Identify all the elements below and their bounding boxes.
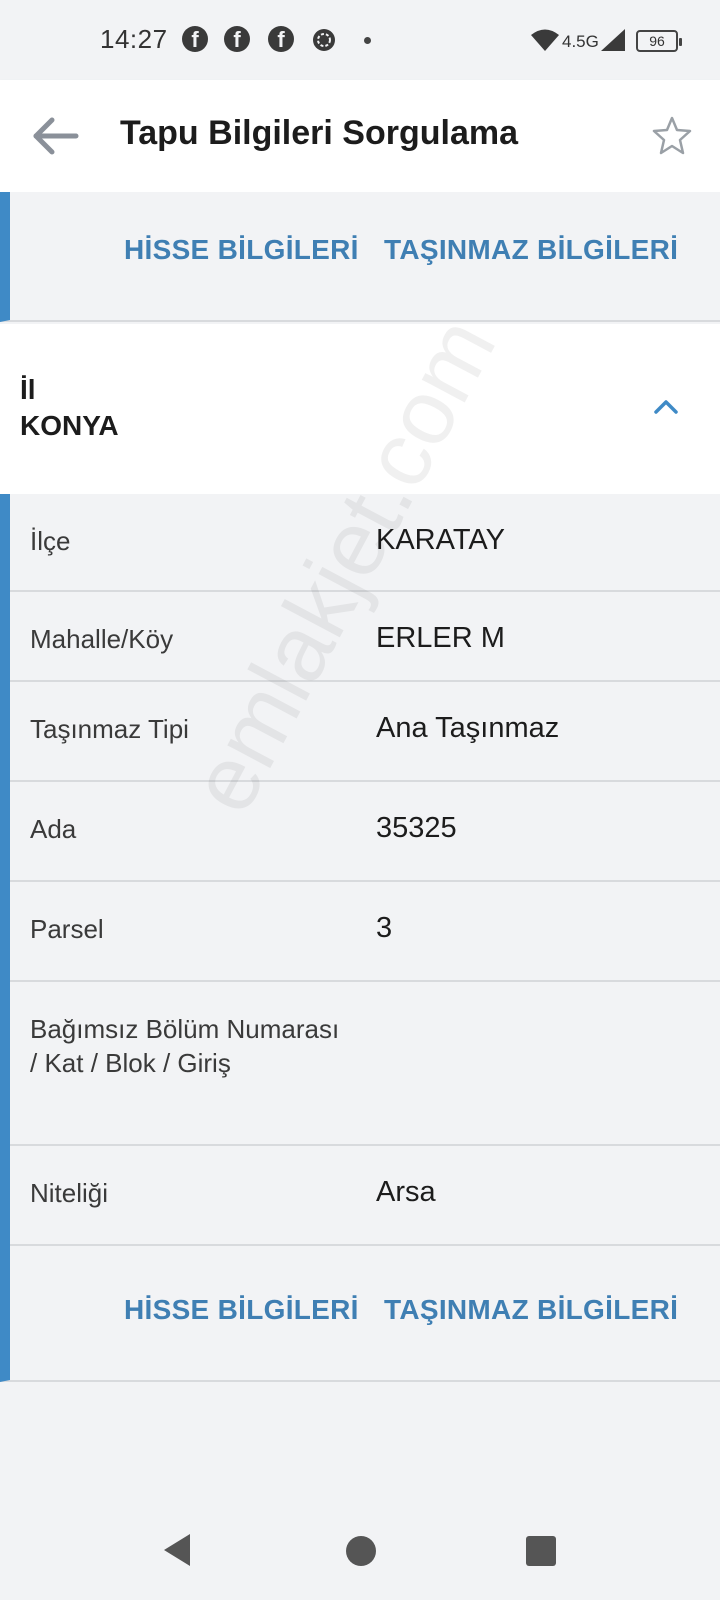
chevron-up-icon[interactable] <box>648 388 684 424</box>
shares-info-button[interactable]: HİSSE BİLGİLERİ <box>124 1294 359 1326</box>
il-section-header[interactable]: İl KONYA <box>0 324 720 494</box>
system-nav-bar <box>0 1500 720 1600</box>
screen: 14:27 f f f 4.5G 96 Tapu Bilgileri Sorgu… <box>0 0 720 1600</box>
detail-label: Taşınmaz Tipi <box>30 714 189 744</box>
property-info-button[interactable]: TAŞINMAZ BİLGİLERİ <box>384 234 678 266</box>
shares-info-button[interactable]: HİSSE BİLGİLERİ <box>124 234 359 266</box>
detail-row-bagimsiz-bolum: Bağımsız Bölüm Numarası / Kat / Blok / G… <box>10 982 720 1146</box>
detail-row-parsel: Parsel 3 <box>10 882 720 982</box>
signal-icon <box>600 28 626 57</box>
chat-bubble-icon <box>310 26 338 59</box>
detail-value: 35325 <box>376 812 457 844</box>
facebook-icon: f <box>268 26 294 52</box>
detail-row-niteligi: Niteliği Arsa <box>10 1146 720 1246</box>
detail-label: Niteliği <box>30 1178 109 1208</box>
property-info-button[interactable]: TAŞINMAZ BİLGİLERİ <box>384 1294 678 1326</box>
page-title: Tapu Bilgileri Sorgulama <box>120 114 518 152</box>
detail-row-tasinmaz-tipi: Taşınmaz Tipi Ana Taşınmaz <box>10 682 720 782</box>
detail-value: ERLER M <box>376 622 505 654</box>
app-bar: Tapu Bilgileri Sorgulama <box>0 80 720 192</box>
detail-row-ada: Ada 35325 <box>10 782 720 882</box>
details-list: İlçe KARATAY Mahalle/Köy ERLER M Taşınma… <box>0 494 720 1248</box>
detail-label: Mahalle/Köy <box>30 624 174 654</box>
nav-home-icon[interactable] <box>346 1536 376 1566</box>
detail-label: Bağımsız Bölüm Numarası / Kat / Blok / G… <box>30 1014 340 1078</box>
facebook-icon: f <box>182 26 208 52</box>
status-time: 14:27 <box>100 24 168 54</box>
facebook-icon: f <box>224 26 250 52</box>
detail-label: İlçe <box>30 526 71 556</box>
detail-row-ilce: İlçe KARATAY <box>10 494 720 592</box>
nav-recents-icon[interactable] <box>526 1536 556 1566</box>
top-action-bar: HİSSE BİLGİLERİ TAŞINMAZ BİLGİLERİ <box>0 192 720 322</box>
detail-value: KARATAY <box>376 524 505 556</box>
status-bar: 14:27 f f f 4.5G 96 <box>0 0 720 80</box>
more-notifications-dot <box>364 37 371 44</box>
detail-row-mahalle: Mahalle/Köy ERLER M <box>10 592 720 682</box>
detail-label: Parsel <box>30 914 104 944</box>
nav-back-icon[interactable] <box>162 1532 194 1573</box>
detail-value: Ana Taşınmaz <box>376 712 560 744</box>
wifi-icon <box>530 28 560 57</box>
battery-icon: 96 <box>636 30 682 52</box>
detail-value: 3 <box>376 912 393 944</box>
favorite-star-icon[interactable] <box>650 114 694 158</box>
il-label: İl <box>20 374 36 405</box>
network-type: 4.5G <box>562 32 599 51</box>
bottom-action-bar: HİSSE BİLGİLERİ TAŞINMAZ BİLGİLERİ <box>0 1248 720 1382</box>
detail-label: Ada <box>30 814 77 844</box>
detail-value: Arsa <box>376 1176 436 1208</box>
back-arrow-icon[interactable] <box>30 110 82 162</box>
il-value: KONYA <box>20 410 119 441</box>
